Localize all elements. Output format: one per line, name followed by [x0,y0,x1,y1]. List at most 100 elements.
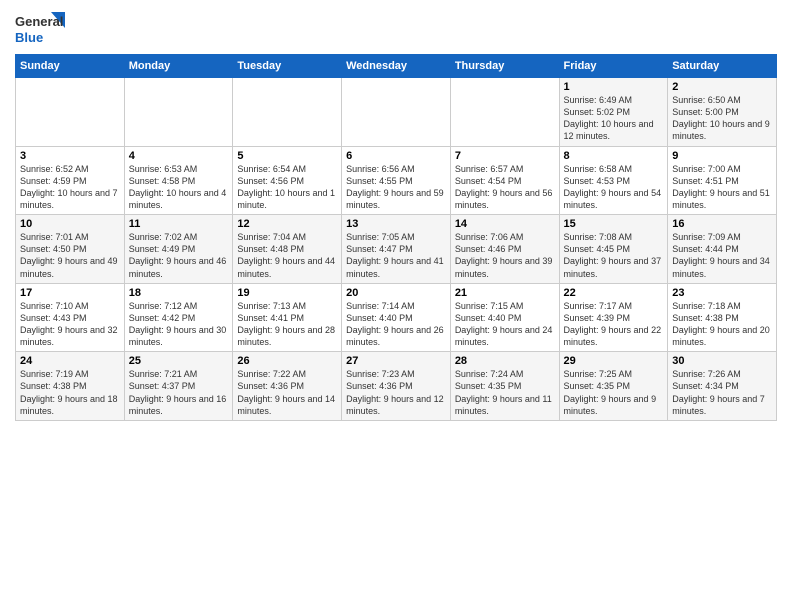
day-info: Sunrise: 7:17 AM Sunset: 4:39 PM Dayligh… [564,300,664,349]
day-info: Sunrise: 7:10 AM Sunset: 4:43 PM Dayligh… [20,300,120,349]
day-info: Sunrise: 7:24 AM Sunset: 4:35 PM Dayligh… [455,368,555,417]
day-cell: 22Sunrise: 7:17 AM Sunset: 4:39 PM Dayli… [559,283,668,352]
day-number: 14 [455,218,555,230]
weekday-header-sunday: Sunday [16,55,125,78]
day-cell: 1Sunrise: 6:49 AM Sunset: 5:02 PM Daylig… [559,78,668,147]
day-cell: 12Sunrise: 7:04 AM Sunset: 4:48 PM Dayli… [233,215,342,284]
weekday-header-monday: Monday [124,55,233,78]
day-info: Sunrise: 7:19 AM Sunset: 4:38 PM Dayligh… [20,368,120,417]
day-info: Sunrise: 7:13 AM Sunset: 4:41 PM Dayligh… [237,300,337,349]
day-number: 26 [237,355,337,367]
day-number: 12 [237,218,337,230]
logo-svg: GeneralBlue [15,10,65,48]
day-cell: 16Sunrise: 7:09 AM Sunset: 4:44 PM Dayli… [668,215,777,284]
day-cell: 20Sunrise: 7:14 AM Sunset: 4:40 PM Dayli… [342,283,451,352]
week-row-1: 1Sunrise: 6:49 AM Sunset: 5:02 PM Daylig… [16,78,777,147]
day-info: Sunrise: 7:14 AM Sunset: 4:40 PM Dayligh… [346,300,446,349]
day-number: 9 [672,150,772,162]
day-info: Sunrise: 7:12 AM Sunset: 4:42 PM Dayligh… [129,300,229,349]
day-cell: 19Sunrise: 7:13 AM Sunset: 4:41 PM Dayli… [233,283,342,352]
day-info: Sunrise: 6:58 AM Sunset: 4:53 PM Dayligh… [564,163,664,212]
day-number: 25 [129,355,229,367]
day-info: Sunrise: 6:54 AM Sunset: 4:56 PM Dayligh… [237,163,337,212]
day-cell: 15Sunrise: 7:08 AM Sunset: 4:45 PM Dayli… [559,215,668,284]
day-cell [233,78,342,147]
day-info: Sunrise: 7:22 AM Sunset: 4:36 PM Dayligh… [237,368,337,417]
week-row-4: 17Sunrise: 7:10 AM Sunset: 4:43 PM Dayli… [16,283,777,352]
day-cell [450,78,559,147]
day-number: 15 [564,218,664,230]
weekday-header-tuesday: Tuesday [233,55,342,78]
week-row-2: 3Sunrise: 6:52 AM Sunset: 4:59 PM Daylig… [16,146,777,215]
day-info: Sunrise: 7:23 AM Sunset: 4:36 PM Dayligh… [346,368,446,417]
day-info: Sunrise: 7:01 AM Sunset: 4:50 PM Dayligh… [20,231,120,280]
day-number: 18 [129,287,229,299]
calendar: SundayMondayTuesdayWednesdayThursdayFrid… [15,54,777,421]
day-info: Sunrise: 7:26 AM Sunset: 4:34 PM Dayligh… [672,368,772,417]
day-cell: 2Sunrise: 6:50 AM Sunset: 5:00 PM Daylig… [668,78,777,147]
day-cell: 3Sunrise: 6:52 AM Sunset: 4:59 PM Daylig… [16,146,125,215]
day-cell: 11Sunrise: 7:02 AM Sunset: 4:49 PM Dayli… [124,215,233,284]
day-number: 28 [455,355,555,367]
day-cell [124,78,233,147]
day-cell: 25Sunrise: 7:21 AM Sunset: 4:37 PM Dayli… [124,352,233,421]
day-cell: 26Sunrise: 7:22 AM Sunset: 4:36 PM Dayli… [233,352,342,421]
day-info: Sunrise: 7:02 AM Sunset: 4:49 PM Dayligh… [129,231,229,280]
day-info: Sunrise: 6:50 AM Sunset: 5:00 PM Dayligh… [672,94,772,143]
week-row-3: 10Sunrise: 7:01 AM Sunset: 4:50 PM Dayli… [16,215,777,284]
day-number: 1 [564,81,664,93]
day-info: Sunrise: 6:56 AM Sunset: 4:55 PM Dayligh… [346,163,446,212]
day-cell: 18Sunrise: 7:12 AM Sunset: 4:42 PM Dayli… [124,283,233,352]
day-number: 13 [346,218,446,230]
day-number: 11 [129,218,229,230]
day-cell: 9Sunrise: 7:00 AM Sunset: 4:51 PM Daylig… [668,146,777,215]
day-number: 4 [129,150,229,162]
day-cell: 10Sunrise: 7:01 AM Sunset: 4:50 PM Dayli… [16,215,125,284]
day-info: Sunrise: 7:08 AM Sunset: 4:45 PM Dayligh… [564,231,664,280]
day-cell: 7Sunrise: 6:57 AM Sunset: 4:54 PM Daylig… [450,146,559,215]
day-number: 29 [564,355,664,367]
header: GeneralBlue [15,10,777,48]
day-cell: 17Sunrise: 7:10 AM Sunset: 4:43 PM Dayli… [16,283,125,352]
day-cell [342,78,451,147]
day-cell: 14Sunrise: 7:06 AM Sunset: 4:46 PM Dayli… [450,215,559,284]
day-cell: 27Sunrise: 7:23 AM Sunset: 4:36 PM Dayli… [342,352,451,421]
day-number: 20 [346,287,446,299]
day-number: 10 [20,218,120,230]
day-number: 21 [455,287,555,299]
day-info: Sunrise: 7:18 AM Sunset: 4:38 PM Dayligh… [672,300,772,349]
svg-text:Blue: Blue [15,30,43,45]
day-number: 24 [20,355,120,367]
day-info: Sunrise: 7:09 AM Sunset: 4:44 PM Dayligh… [672,231,772,280]
day-number: 5 [237,150,337,162]
week-row-5: 24Sunrise: 7:19 AM Sunset: 4:38 PM Dayli… [16,352,777,421]
day-number: 19 [237,287,337,299]
day-number: 23 [672,287,772,299]
day-number: 27 [346,355,446,367]
page: GeneralBlue SundayMondayTuesdayWednesday… [0,0,792,612]
day-cell: 23Sunrise: 7:18 AM Sunset: 4:38 PM Dayli… [668,283,777,352]
weekday-header-saturday: Saturday [668,55,777,78]
weekday-header-row: SundayMondayTuesdayWednesdayThursdayFrid… [16,55,777,78]
day-cell: 6Sunrise: 6:56 AM Sunset: 4:55 PM Daylig… [342,146,451,215]
day-info: Sunrise: 7:15 AM Sunset: 4:40 PM Dayligh… [455,300,555,349]
day-cell: 24Sunrise: 7:19 AM Sunset: 4:38 PM Dayli… [16,352,125,421]
svg-text:General: General [15,14,63,29]
day-info: Sunrise: 7:04 AM Sunset: 4:48 PM Dayligh… [237,231,337,280]
day-info: Sunrise: 7:06 AM Sunset: 4:46 PM Dayligh… [455,231,555,280]
day-number: 16 [672,218,772,230]
day-info: Sunrise: 7:00 AM Sunset: 4:51 PM Dayligh… [672,163,772,212]
day-info: Sunrise: 7:21 AM Sunset: 4:37 PM Dayligh… [129,368,229,417]
weekday-header-thursday: Thursday [450,55,559,78]
day-number: 6 [346,150,446,162]
day-number: 2 [672,81,772,93]
day-info: Sunrise: 7:05 AM Sunset: 4:47 PM Dayligh… [346,231,446,280]
day-number: 8 [564,150,664,162]
day-info: Sunrise: 6:49 AM Sunset: 5:02 PM Dayligh… [564,94,664,143]
weekday-header-wednesday: Wednesday [342,55,451,78]
day-info: Sunrise: 6:52 AM Sunset: 4:59 PM Dayligh… [20,163,120,212]
day-number: 3 [20,150,120,162]
day-number: 17 [20,287,120,299]
day-cell: 13Sunrise: 7:05 AM Sunset: 4:47 PM Dayli… [342,215,451,284]
weekday-header-friday: Friday [559,55,668,78]
